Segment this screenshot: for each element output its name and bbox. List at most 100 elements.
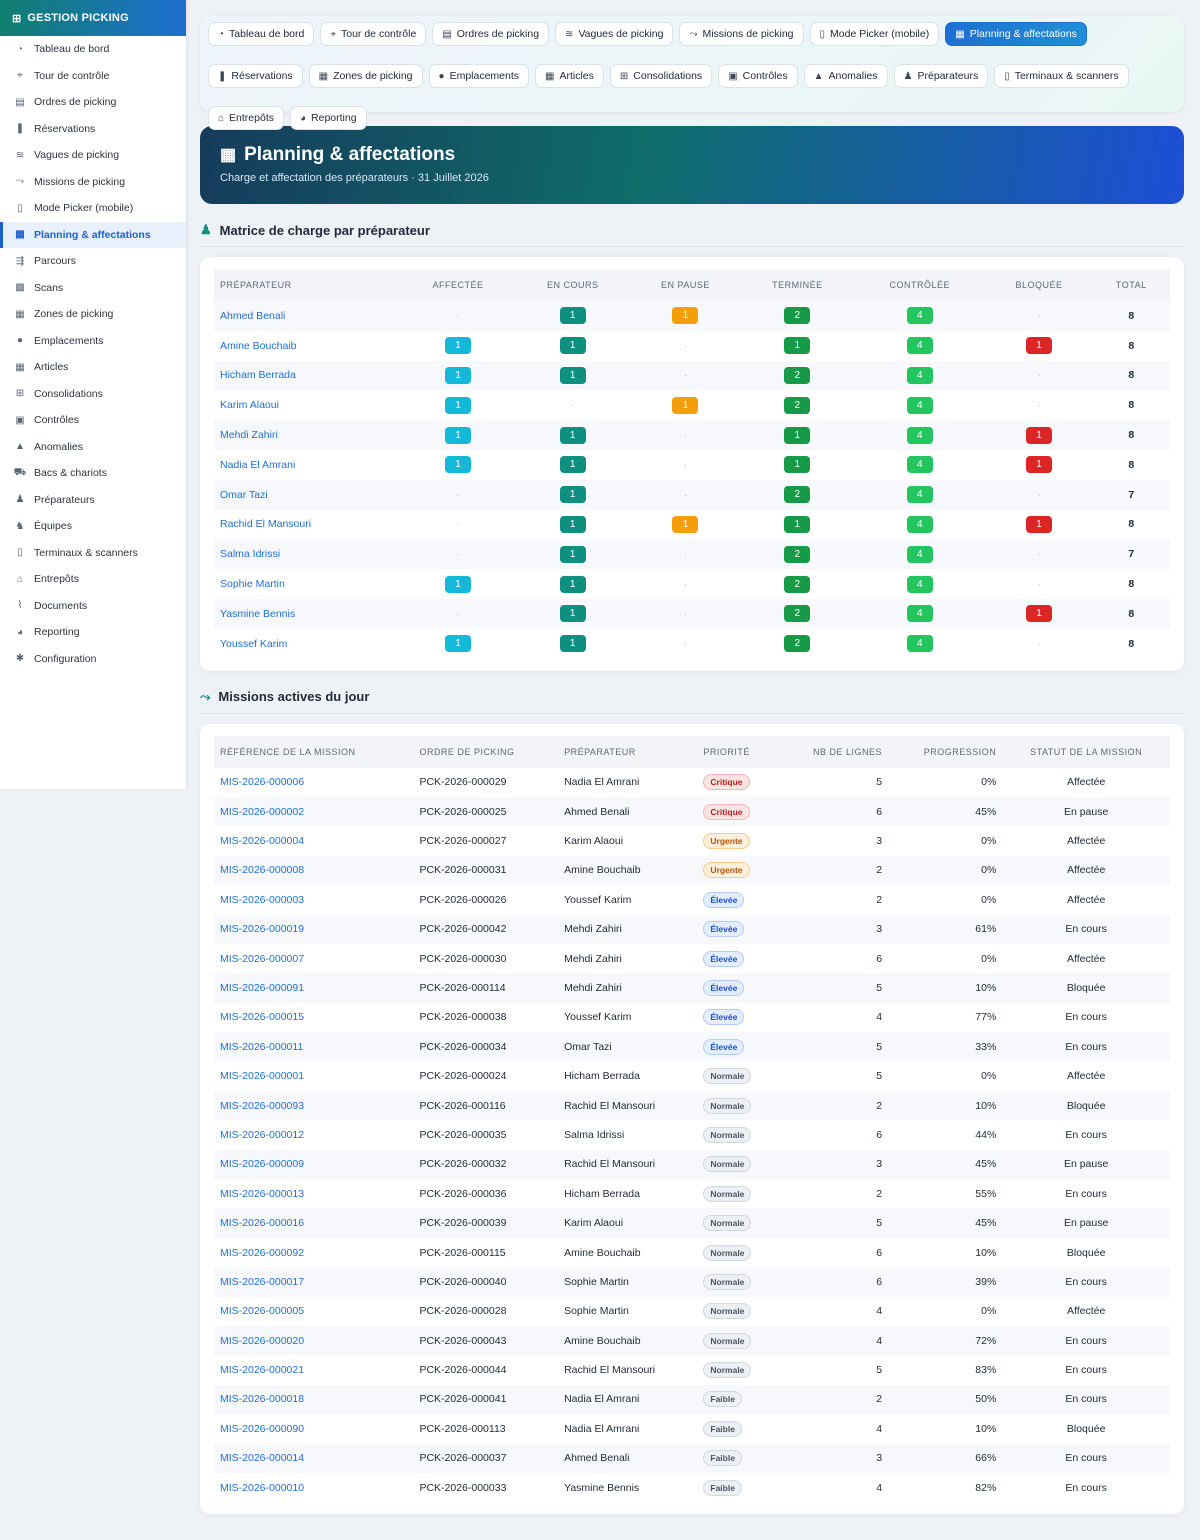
picker-link[interactable]: Nadia El Amrani [220,459,295,471]
picker-link[interactable]: Salma Idrissi [220,548,280,560]
sidebar-item-warehouse[interactable]: ⌂ Entrepôts [0,566,186,593]
tab-calendar[interactable]: ▦ Planning & affectations [945,22,1087,46]
mission-ref-link[interactable]: MIS-2026-000016 [220,1217,304,1229]
mission-ref-link[interactable]: MIS-2026-000014 [220,1452,304,1464]
sidebar-item-gear[interactable]: ✱ Configuration [0,646,186,673]
mission-ref-link[interactable]: MIS-2026-000001 [220,1070,304,1082]
mission-ref-link[interactable]: MIS-2026-000092 [220,1247,304,1259]
count-badge: 1 [1026,426,1053,444]
tab-pie-chart[interactable]: ◕ Reporting [290,106,367,130]
tab-mobile[interactable]: ▯ Mode Picker (mobile) [809,22,940,46]
tab-location-pin[interactable]: ● Emplacements [428,64,530,88]
mobile-icon: ▯ [1004,70,1010,82]
sidebar-item-sitemap[interactable]: ⊞ Consolidations [0,381,186,408]
sidebar-item-grid[interactable]: ▦ Zones de picking [0,301,186,328]
picker-link[interactable]: Karim Alaoui [220,399,279,411]
sidebar-item-qrcode[interactable]: ▩ Scans [0,275,186,302]
sidebar-item-mobile[interactable]: ▯ Terminaux & scanners [0,540,186,567]
mission-ref-link[interactable]: MIS-2026-000017 [220,1276,304,1288]
tab-clipboard[interactable]: ▤ Ordres de picking [432,22,550,46]
matrix-cell-pause: · [630,599,740,629]
sidebar-item-route[interactable]: ⤳ Missions de picking [0,169,186,196]
mission-ref-link[interactable]: MIS-2026-000005 [220,1305,304,1317]
mission-ref-link[interactable]: MIS-2026-000011 [220,1041,303,1053]
tab-sitemap[interactable]: ⊞ Consolidations [609,64,713,88]
mission-ref-link[interactable]: MIS-2026-000090 [220,1423,304,1435]
tab-warehouse[interactable]: ⌂ Entrepôts [208,106,284,130]
sidebar-item-users[interactable]: ♞ Équipes [0,513,186,540]
mobile-icon: ▯ [17,202,23,214]
mission-ref-link[interactable]: MIS-2026-000021 [220,1364,304,1376]
tab-boxes[interactable]: ▦ Articles [535,64,604,88]
tab-route[interactable]: ⤳ Missions de picking [679,22,804,46]
sidebar-item-boxes[interactable]: ▦ Articles [0,354,186,381]
mission-ref-link[interactable]: MIS-2026-000002 [220,806,304,818]
tab-bookmark[interactable]: ❚ Réservations [208,64,303,88]
sidebar-item-warning[interactable]: ▲ Anomalies [0,434,186,461]
calendar-icon: ▦ [955,28,965,40]
sidebar-item-pie-chart[interactable]: ◕ Reporting [0,619,186,646]
mission-ref-link[interactable]: MIS-2026-000019 [220,923,304,935]
mission-ref-cell: MIS-2026-000015 [214,1003,413,1032]
tab-label: Consolidations [633,70,703,82]
empty-marker: · [684,341,687,351]
tab-satellite[interactable]: ⌖ Tour de contrôle [320,22,427,46]
order-cell: PCK-2026-000030 [419,952,507,965]
module-tabs: ◔ Tableau de bord ⌖ Tour de contrôle ▤ Ordres… [200,16,1184,130]
mission-ref-link[interactable]: MIS-2026-000091 [220,982,304,994]
picker-link[interactable]: Hicham Berrada [220,369,296,381]
matrix-cell-affectee: · [401,480,515,510]
mission-ref-link[interactable]: MIS-2026-000009 [220,1158,304,1170]
sidebar-item-clipboard-check[interactable]: ▣ Contrôles [0,407,186,434]
count-badge: 4 [906,545,933,563]
sidebar-item-signs[interactable]: ⇶ Parcours [0,248,186,275]
matrix-cell-bloquee: · [986,390,1093,420]
picker-cell: Mehdi Zahiri [564,923,622,936]
sidebar-item-paperclip[interactable]: ⌇ Documents [0,593,186,620]
mission-ref-link[interactable]: MIS-2026-000018 [220,1393,304,1405]
picker-link[interactable]: Amine Bouchaib [220,340,296,352]
picker-link[interactable]: Omar Tazi [220,489,268,501]
sidebar-item-calendar[interactable]: ▦ Planning & affectations [0,221,186,248]
count-badge: 1 [559,426,586,444]
mission-ref-link[interactable]: MIS-2026-000015 [220,1011,304,1023]
tab-user-gear[interactable]: ♟ Préparateurs [893,64,989,88]
tab-warning[interactable]: ▲ Anomalies [803,64,888,88]
picker-cell: Karim Alaoui [564,835,624,848]
picker-cell: Nadia El Amrani [564,776,640,789]
mission-ref-link[interactable]: MIS-2026-000004 [220,835,304,847]
sidebar-item-mobile[interactable]: ▯ Mode Picker (mobile) [0,195,186,222]
picker-link[interactable]: Mehdi Zahiri [220,429,278,441]
picker-link[interactable]: Sophie Martin [220,578,285,590]
picker-link[interactable]: Rachid El Mansouri [220,518,311,530]
mission-ref-link[interactable]: MIS-2026-000008 [220,864,304,876]
sidebar-item-gauge[interactable]: ◔ Tableau de bord [0,36,186,63]
mission-ref-link[interactable]: MIS-2026-000006 [220,776,304,788]
status-cell: En cours [1065,1393,1107,1406]
tab-grid[interactable]: ▦ Zones de picking [308,64,423,88]
tab-clipboard-check[interactable]: ▣ Contrôles [718,64,798,88]
mission-ref-link[interactable]: MIS-2026-000020 [220,1335,304,1347]
mission-ref-link[interactable]: MIS-2026-000003 [220,894,304,906]
empty-marker: · [456,311,460,321]
tab-layers[interactable]: ≋ Vagues de picking [555,22,674,46]
sidebar-item-user-gear[interactable]: ♟ Préparateurs [0,487,186,514]
sidebar-item-clipboard[interactable]: ▤ Ordres de picking [0,89,186,116]
mission-ref-link[interactable]: MIS-2026-000012 [220,1129,304,1141]
mission-ref-link[interactable]: MIS-2026-000010 [220,1482,304,1494]
tab-mobile[interactable]: ▯ Terminaux & scanners [994,64,1129,88]
sidebar-item-bookmark[interactable]: ❚ Réservations [0,116,186,143]
mission-ref-link[interactable]: MIS-2026-000007 [220,953,304,965]
tab-gauge[interactable]: ◔ Tableau de bord [208,22,315,46]
sidebar-item-satellite[interactable]: ⌖ Tour de contrôle [0,63,186,90]
mission-ref-link[interactable]: MIS-2026-000093 [220,1100,304,1112]
picker-link[interactable]: Yasmine Bennis [220,608,295,620]
brand[interactable]: ⊞ GESTION PICKING [0,0,186,36]
mission-ref-link[interactable]: MIS-2026-000013 [220,1188,304,1200]
picker-link[interactable]: Ahmed Benali [220,310,285,322]
sidebar-item-layers[interactable]: ≋ Vagues de picking [0,142,186,169]
picker-link[interactable]: Youssef Karim [220,638,287,650]
sidebar-item-location-pin[interactable]: ● Emplacements [0,328,186,355]
progress-cell: 82% [975,1481,997,1494]
sidebar-item-cart[interactable]: ⛟ Bacs & chariots [0,460,186,487]
